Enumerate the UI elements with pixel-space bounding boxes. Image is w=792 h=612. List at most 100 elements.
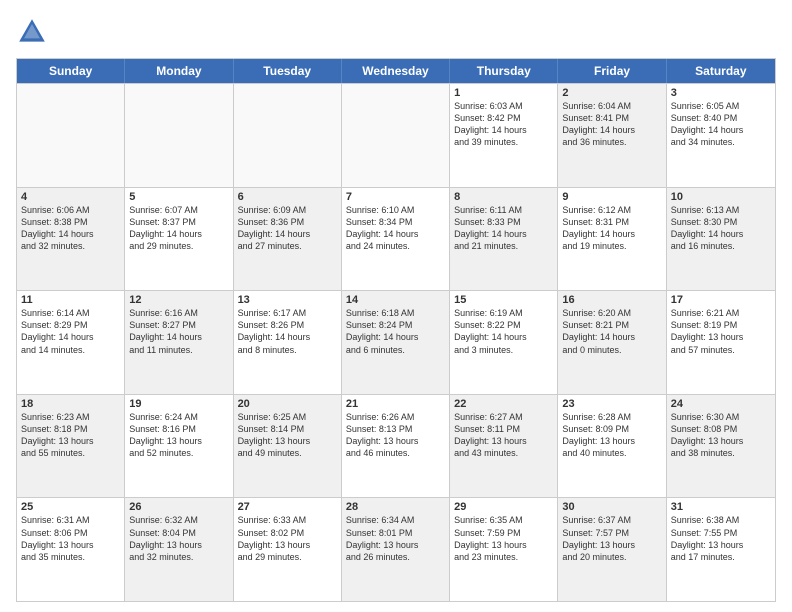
day-number: 11 (21, 294, 120, 306)
day-number: 9 (562, 191, 661, 203)
day-info: Sunrise: 6:06 AM Sunset: 8:38 PM Dayligh… (21, 204, 120, 253)
day-number: 16 (562, 294, 661, 306)
day-info: Sunrise: 6:10 AM Sunset: 8:34 PM Dayligh… (346, 204, 445, 253)
day-number: 18 (21, 398, 120, 410)
header-day: Saturday (667, 59, 775, 83)
header (16, 16, 776, 48)
day-number: 3 (671, 87, 771, 99)
calendar-cell: 11Sunrise: 6:14 AM Sunset: 8:29 PM Dayli… (17, 291, 125, 394)
calendar-cell: 5Sunrise: 6:07 AM Sunset: 8:37 PM Daylig… (125, 188, 233, 291)
day-info: Sunrise: 6:13 AM Sunset: 8:30 PM Dayligh… (671, 204, 771, 253)
day-number: 25 (21, 501, 120, 513)
day-info: Sunrise: 6:14 AM Sunset: 8:29 PM Dayligh… (21, 307, 120, 356)
calendar-cell (125, 84, 233, 187)
day-info: Sunrise: 6:27 AM Sunset: 8:11 PM Dayligh… (454, 411, 553, 460)
calendar-cell: 25Sunrise: 6:31 AM Sunset: 8:06 PM Dayli… (17, 498, 125, 601)
calendar-cell: 24Sunrise: 6:30 AM Sunset: 8:08 PM Dayli… (667, 395, 775, 498)
logo-icon (16, 16, 48, 48)
page: SundayMondayTuesdayWednesdayThursdayFrid… (0, 0, 792, 612)
day-number: 22 (454, 398, 553, 410)
day-number: 19 (129, 398, 228, 410)
logo (16, 16, 52, 48)
day-number: 15 (454, 294, 553, 306)
calendar-row: 18Sunrise: 6:23 AM Sunset: 8:18 PM Dayli… (17, 394, 775, 498)
calendar-cell: 14Sunrise: 6:18 AM Sunset: 8:24 PM Dayli… (342, 291, 450, 394)
day-number: 7 (346, 191, 445, 203)
calendar-cell: 18Sunrise: 6:23 AM Sunset: 8:18 PM Dayli… (17, 395, 125, 498)
day-number: 27 (238, 501, 337, 513)
day-info: Sunrise: 6:34 AM Sunset: 8:01 PM Dayligh… (346, 514, 445, 563)
calendar-row: 11Sunrise: 6:14 AM Sunset: 8:29 PM Dayli… (17, 290, 775, 394)
calendar: SundayMondayTuesdayWednesdayThursdayFrid… (16, 58, 776, 602)
day-info: Sunrise: 6:25 AM Sunset: 8:14 PM Dayligh… (238, 411, 337, 460)
day-number: 29 (454, 501, 553, 513)
calendar-header: SundayMondayTuesdayWednesdayThursdayFrid… (17, 59, 775, 83)
day-info: Sunrise: 6:16 AM Sunset: 8:27 PM Dayligh… (129, 307, 228, 356)
header-day: Tuesday (234, 59, 342, 83)
calendar-cell: 12Sunrise: 6:16 AM Sunset: 8:27 PM Dayli… (125, 291, 233, 394)
day-number: 21 (346, 398, 445, 410)
calendar-cell: 4Sunrise: 6:06 AM Sunset: 8:38 PM Daylig… (17, 188, 125, 291)
day-info: Sunrise: 6:12 AM Sunset: 8:31 PM Dayligh… (562, 204, 661, 253)
day-info: Sunrise: 6:38 AM Sunset: 7:55 PM Dayligh… (671, 514, 771, 563)
day-info: Sunrise: 6:07 AM Sunset: 8:37 PM Dayligh… (129, 204, 228, 253)
day-number: 5 (129, 191, 228, 203)
calendar-body: 1Sunrise: 6:03 AM Sunset: 8:42 PM Daylig… (17, 83, 775, 601)
day-number: 28 (346, 501, 445, 513)
day-number: 23 (562, 398, 661, 410)
day-number: 8 (454, 191, 553, 203)
day-info: Sunrise: 6:30 AM Sunset: 8:08 PM Dayligh… (671, 411, 771, 460)
day-info: Sunrise: 6:03 AM Sunset: 8:42 PM Dayligh… (454, 100, 553, 149)
calendar-cell (234, 84, 342, 187)
calendar-cell: 22Sunrise: 6:27 AM Sunset: 8:11 PM Dayli… (450, 395, 558, 498)
day-number: 2 (562, 87, 661, 99)
calendar-cell: 2Sunrise: 6:04 AM Sunset: 8:41 PM Daylig… (558, 84, 666, 187)
day-info: Sunrise: 6:26 AM Sunset: 8:13 PM Dayligh… (346, 411, 445, 460)
header-day: Sunday (17, 59, 125, 83)
day-info: Sunrise: 6:32 AM Sunset: 8:04 PM Dayligh… (129, 514, 228, 563)
day-info: Sunrise: 6:19 AM Sunset: 8:22 PM Dayligh… (454, 307, 553, 356)
day-number: 31 (671, 501, 771, 513)
calendar-cell: 7Sunrise: 6:10 AM Sunset: 8:34 PM Daylig… (342, 188, 450, 291)
calendar-cell: 6Sunrise: 6:09 AM Sunset: 8:36 PM Daylig… (234, 188, 342, 291)
calendar-cell: 30Sunrise: 6:37 AM Sunset: 7:57 PM Dayli… (558, 498, 666, 601)
day-number: 12 (129, 294, 228, 306)
day-number: 14 (346, 294, 445, 306)
header-day: Wednesday (342, 59, 450, 83)
calendar-cell (17, 84, 125, 187)
header-day: Thursday (450, 59, 558, 83)
calendar-cell: 16Sunrise: 6:20 AM Sunset: 8:21 PM Dayli… (558, 291, 666, 394)
day-number: 26 (129, 501, 228, 513)
day-info: Sunrise: 6:04 AM Sunset: 8:41 PM Dayligh… (562, 100, 661, 149)
header-day: Friday (558, 59, 666, 83)
day-info: Sunrise: 6:37 AM Sunset: 7:57 PM Dayligh… (562, 514, 661, 563)
calendar-cell: 15Sunrise: 6:19 AM Sunset: 8:22 PM Dayli… (450, 291, 558, 394)
day-info: Sunrise: 6:05 AM Sunset: 8:40 PM Dayligh… (671, 100, 771, 149)
day-info: Sunrise: 6:35 AM Sunset: 7:59 PM Dayligh… (454, 514, 553, 563)
day-number: 4 (21, 191, 120, 203)
calendar-cell: 26Sunrise: 6:32 AM Sunset: 8:04 PM Dayli… (125, 498, 233, 601)
day-info: Sunrise: 6:31 AM Sunset: 8:06 PM Dayligh… (21, 514, 120, 563)
day-number: 10 (671, 191, 771, 203)
calendar-cell: 21Sunrise: 6:26 AM Sunset: 8:13 PM Dayli… (342, 395, 450, 498)
day-number: 17 (671, 294, 771, 306)
day-info: Sunrise: 6:24 AM Sunset: 8:16 PM Dayligh… (129, 411, 228, 460)
calendar-cell: 13Sunrise: 6:17 AM Sunset: 8:26 PM Dayli… (234, 291, 342, 394)
calendar-cell: 20Sunrise: 6:25 AM Sunset: 8:14 PM Dayli… (234, 395, 342, 498)
calendar-cell: 19Sunrise: 6:24 AM Sunset: 8:16 PM Dayli… (125, 395, 233, 498)
calendar-cell: 28Sunrise: 6:34 AM Sunset: 8:01 PM Dayli… (342, 498, 450, 601)
day-number: 13 (238, 294, 337, 306)
calendar-cell: 31Sunrise: 6:38 AM Sunset: 7:55 PM Dayli… (667, 498, 775, 601)
calendar-row: 1Sunrise: 6:03 AM Sunset: 8:42 PM Daylig… (17, 83, 775, 187)
calendar-cell: 9Sunrise: 6:12 AM Sunset: 8:31 PM Daylig… (558, 188, 666, 291)
calendar-cell: 23Sunrise: 6:28 AM Sunset: 8:09 PM Dayli… (558, 395, 666, 498)
calendar-cell (342, 84, 450, 187)
header-day: Monday (125, 59, 233, 83)
calendar-row: 25Sunrise: 6:31 AM Sunset: 8:06 PM Dayli… (17, 497, 775, 601)
calendar-cell: 1Sunrise: 6:03 AM Sunset: 8:42 PM Daylig… (450, 84, 558, 187)
day-number: 20 (238, 398, 337, 410)
day-info: Sunrise: 6:23 AM Sunset: 8:18 PM Dayligh… (21, 411, 120, 460)
day-info: Sunrise: 6:21 AM Sunset: 8:19 PM Dayligh… (671, 307, 771, 356)
day-info: Sunrise: 6:20 AM Sunset: 8:21 PM Dayligh… (562, 307, 661, 356)
day-number: 1 (454, 87, 553, 99)
